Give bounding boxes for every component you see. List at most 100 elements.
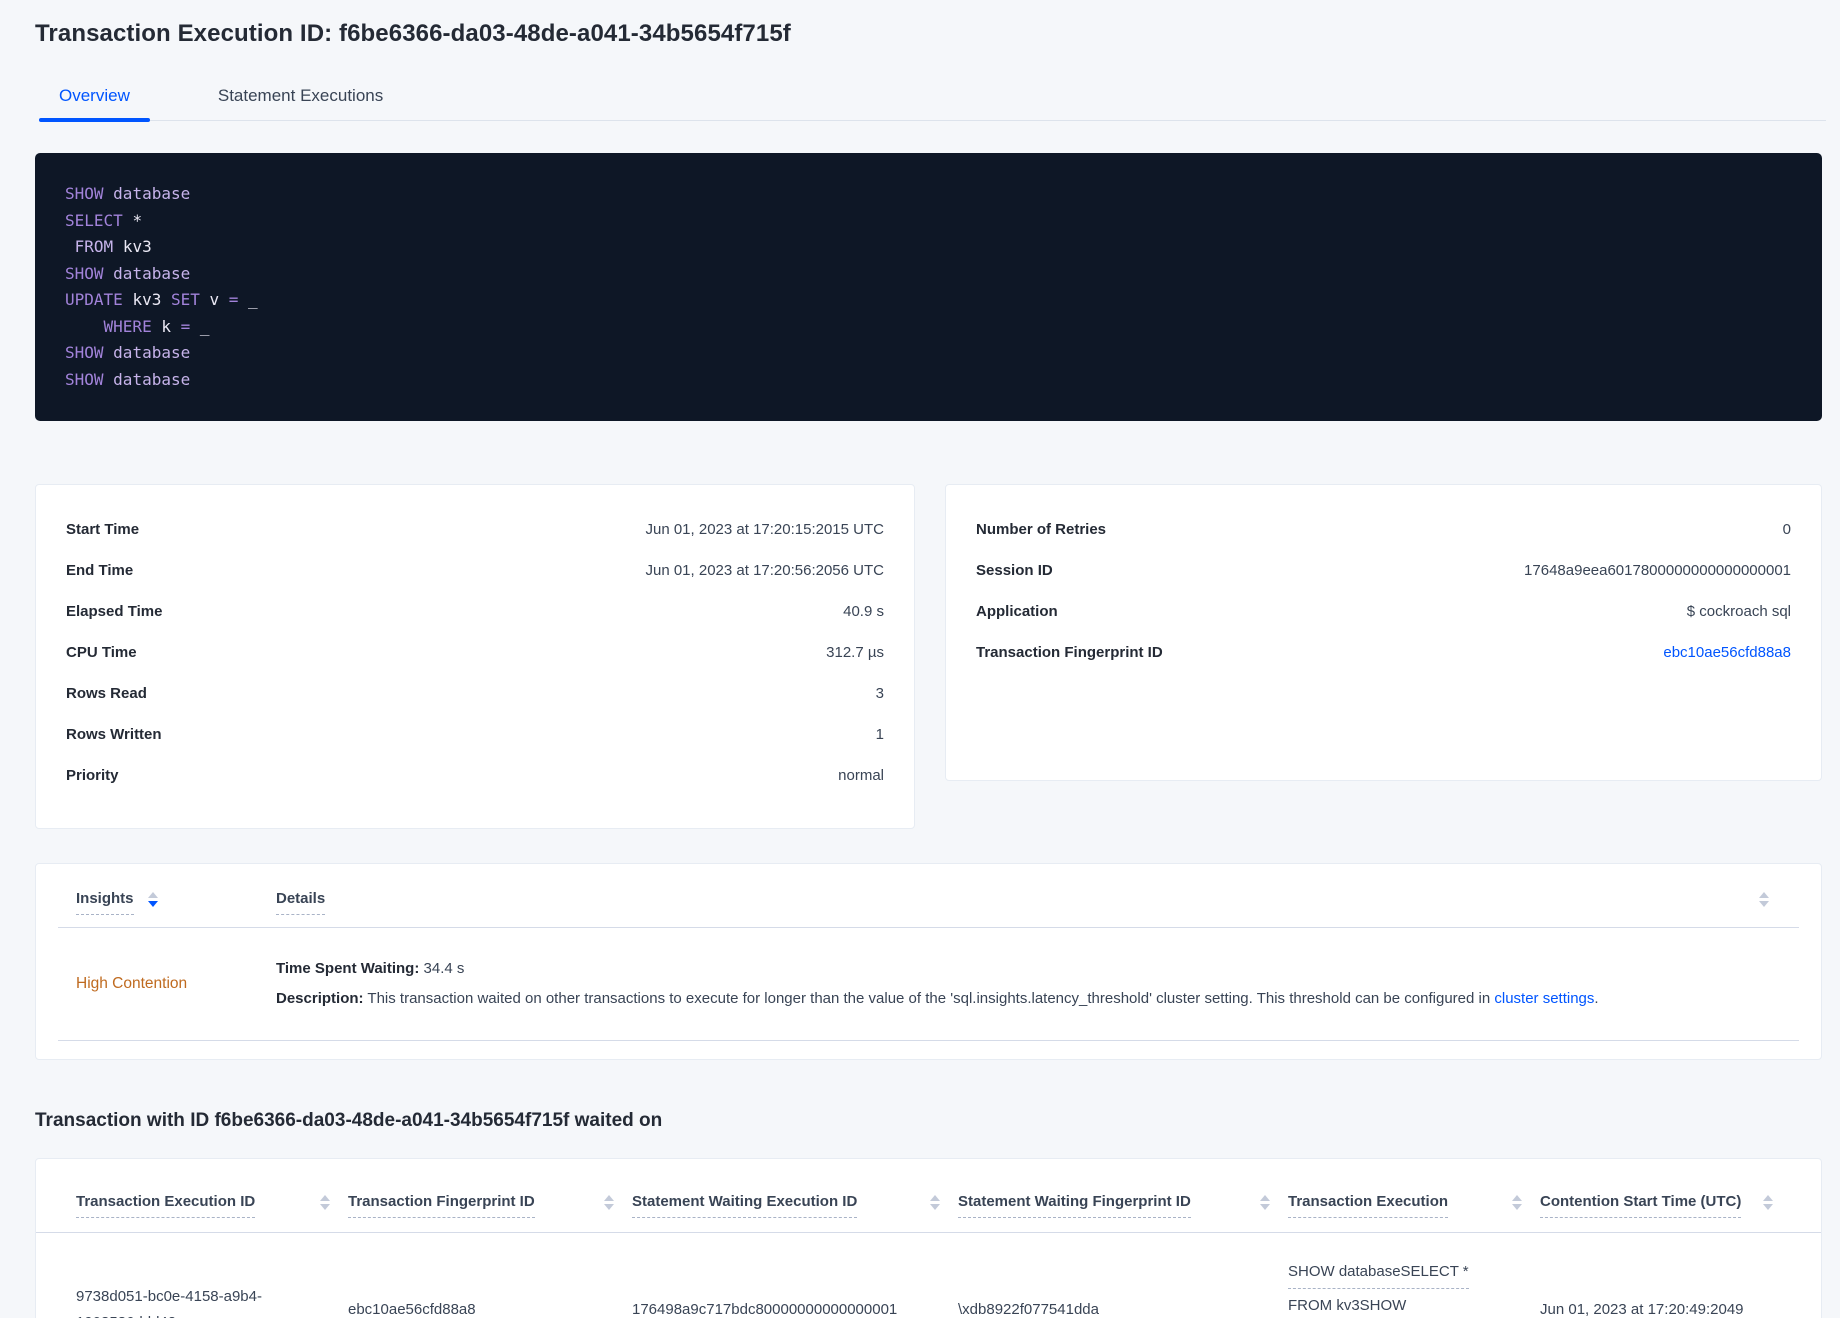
sort-icon[interactable] bbox=[1512, 1195, 1522, 1210]
sort-icon[interactable] bbox=[604, 1195, 614, 1210]
tab-overview[interactable]: Overview bbox=[39, 80, 150, 122]
stat-row: Session ID 17648a9eea60178000000000000000… bbox=[976, 562, 1791, 579]
sql-code-line: FROM kv3 bbox=[65, 234, 1792, 261]
column-header-label[interactable]: Transaction Fingerprint ID bbox=[348, 1193, 535, 1218]
insight-details: Time Spent Waiting: 34.4 s Description: … bbox=[276, 954, 1799, 1014]
stat-row: Application $ cockroach sql bbox=[976, 603, 1791, 620]
details-column-label[interactable]: Details bbox=[276, 890, 326, 915]
insights-table: Insights Details High Contention Time Sp… bbox=[35, 863, 1822, 1060]
sort-down-arrow-icon bbox=[1260, 1204, 1270, 1210]
insights-table-header: Insights Details bbox=[58, 890, 1799, 928]
transaction-execution-link-line[interactable]: FROM kv3SHOW bbox=[1288, 1293, 1406, 1318]
column-header-label[interactable]: Statement Waiting Fingerprint ID bbox=[958, 1193, 1191, 1218]
sql-token: k bbox=[161, 316, 181, 336]
sql-token: WHERE bbox=[103, 316, 162, 336]
table-sort-control[interactable] bbox=[1759, 890, 1799, 907]
tab-bar: Overview Statement Executions bbox=[39, 80, 1826, 122]
stat-label: Rows Written bbox=[66, 726, 162, 743]
column-header-label[interactable]: Transaction Execution bbox=[1288, 1193, 1449, 1218]
stat-row: Number of Retries 0 bbox=[976, 521, 1791, 538]
sql-token: _ bbox=[199, 316, 210, 336]
sql-token: = bbox=[180, 316, 200, 336]
column-header[interactable]: Contention Start Time (UTC) bbox=[1540, 1193, 1791, 1218]
sql-token: kv3 bbox=[122, 237, 152, 256]
transaction-details-page: Transaction Execution ID: f6be6366-da03-… bbox=[0, 0, 1840, 1318]
tab-statement-executions[interactable]: Statement Executions bbox=[198, 80, 403, 120]
column-header[interactable]: Statement Waiting Fingerprint ID bbox=[958, 1193, 1288, 1218]
sort-up-arrow-icon bbox=[1512, 1195, 1522, 1201]
column-header-label[interactable]: Statement Waiting Execution ID bbox=[632, 1193, 858, 1218]
stat-value: 40.9 s bbox=[843, 603, 884, 620]
stat-label: Application bbox=[976, 603, 1058, 620]
sort-icon[interactable] bbox=[147, 892, 158, 907]
stat-value: Jun 01, 2023 at 17:20:56:2056 UTC bbox=[645, 562, 884, 579]
sql-code-line: SHOW database bbox=[65, 367, 1792, 394]
sort-icon[interactable] bbox=[320, 1195, 330, 1210]
waited-on-heading: Transaction with ID f6be6366-da03-48de-a… bbox=[35, 1110, 663, 1131]
sql-token: database bbox=[113, 263, 191, 283]
stat-label: Start Time bbox=[66, 521, 140, 538]
stat-row: Rows Written 1 bbox=[66, 726, 884, 743]
sort-icon[interactable] bbox=[1763, 1195, 1773, 1210]
sort-up-arrow-icon bbox=[604, 1195, 614, 1201]
page-title: Transaction Execution ID: f6be6366-da03-… bbox=[35, 20, 791, 47]
transaction-execution-cell: SHOW databaseSELECT *FROM kv3SHOWdatabas… bbox=[1288, 1259, 1540, 1318]
sql-token: database bbox=[113, 369, 191, 389]
insights-column-header[interactable]: Insights bbox=[76, 890, 276, 915]
stat-row: CPU Time 312.7 µs bbox=[66, 644, 884, 661]
sql-code-line: SELECT * bbox=[65, 208, 1792, 235]
column-header[interactable]: Transaction Execution ID bbox=[76, 1193, 348, 1218]
sort-icon[interactable] bbox=[1759, 892, 1769, 907]
waited-on-table: Transaction Execution ID Transaction Fing… bbox=[35, 1158, 1822, 1318]
sort-down-arrow-icon bbox=[1512, 1204, 1522, 1210]
stat-value: normal bbox=[838, 767, 884, 784]
stat-row: Priority normal bbox=[66, 767, 884, 784]
statement-waiting-execution-id-cell: 176498a9c717bdc80000000000000001 bbox=[632, 1301, 898, 1318]
waited-on-table-header: Transaction Execution ID Transaction Fing… bbox=[36, 1193, 1821, 1233]
sql-token: SHOW bbox=[65, 343, 114, 362]
contention-start-time-cell: Jun 01, 2023 at 17:20:49:2049 bbox=[1540, 1301, 1744, 1318]
sort-up-arrow-icon bbox=[1759, 892, 1769, 898]
insight-description: Description: This transaction waited on … bbox=[276, 990, 1599, 1007]
stat-row: Start Time Jun 01, 2023 at 17:20:15:2015 … bbox=[66, 521, 884, 538]
transaction-fingerprint-link[interactable]: ebc10ae56cfd88a8 bbox=[1663, 644, 1791, 661]
sort-down-arrow-icon bbox=[604, 1204, 614, 1210]
session-card: Number of Retries 0 Session ID 17648a9eea60… bbox=[945, 484, 1822, 781]
sql-token: FROM bbox=[74, 237, 123, 256]
sort-down-arrow-icon bbox=[1763, 1204, 1773, 1210]
column-header-label[interactable]: Contention Start Time (UTC) bbox=[1540, 1193, 1742, 1218]
insights-column-label[interactable]: Insights bbox=[76, 890, 134, 915]
transaction-fingerprint-id-cell: ebc10ae56cfd88a8 bbox=[348, 1301, 476, 1318]
sql-token: _ bbox=[248, 290, 258, 309]
sql-token: SHOW bbox=[65, 184, 114, 203]
stat-value: 312.7 µs bbox=[826, 644, 884, 661]
stat-label: CPU Time bbox=[66, 644, 137, 661]
transaction-execution-link-line[interactable]: SHOW databaseSELECT * bbox=[1288, 1259, 1469, 1289]
stat-label: Session ID bbox=[976, 562, 1053, 579]
cluster-settings-link[interactable]: cluster settings bbox=[1494, 990, 1594, 1007]
column-header[interactable]: Statement Waiting Execution ID bbox=[632, 1193, 958, 1218]
insight-type-badge: High Contention bbox=[76, 975, 188, 992]
sql-token: SHOW bbox=[65, 369, 114, 389]
sql-token: SET bbox=[170, 290, 210, 309]
sort-icon[interactable] bbox=[1260, 1195, 1270, 1210]
column-header-label[interactable]: Transaction Execution ID bbox=[76, 1193, 256, 1218]
timing-card: Start Time Jun 01, 2023 at 17:20:15:2015 … bbox=[35, 484, 915, 829]
time-spent-waiting: Time Spent Waiting: 34.4 s bbox=[276, 960, 465, 977]
details-column-header[interactable]: Details bbox=[276, 890, 1759, 915]
column-header[interactable]: Transaction Execution bbox=[1288, 1193, 1540, 1218]
sql-token: database bbox=[113, 343, 191, 362]
stat-row: Transaction Fingerprint ID ebc10ae56cfd88… bbox=[976, 644, 1791, 661]
sort-up-arrow-icon bbox=[930, 1195, 940, 1201]
stat-value: 3 bbox=[875, 685, 884, 702]
sql-statements-box: SHOW database SELECT * FROM kv3 SHOW datab… bbox=[35, 153, 1822, 421]
stat-row: Elapsed Time 40.9 s bbox=[66, 603, 884, 620]
stat-value: $ cockroach sql bbox=[1686, 603, 1791, 620]
insight-row: High Contention Time Spent Waiting: 34.4… bbox=[58, 928, 1799, 1041]
stat-value: 1 bbox=[875, 726, 884, 743]
sort-up-arrow-icon bbox=[1260, 1195, 1270, 1201]
stat-label: Number of Retries bbox=[976, 521, 1107, 538]
sort-icon[interactable] bbox=[930, 1195, 940, 1210]
column-header[interactable]: Transaction Fingerprint ID bbox=[348, 1193, 632, 1218]
